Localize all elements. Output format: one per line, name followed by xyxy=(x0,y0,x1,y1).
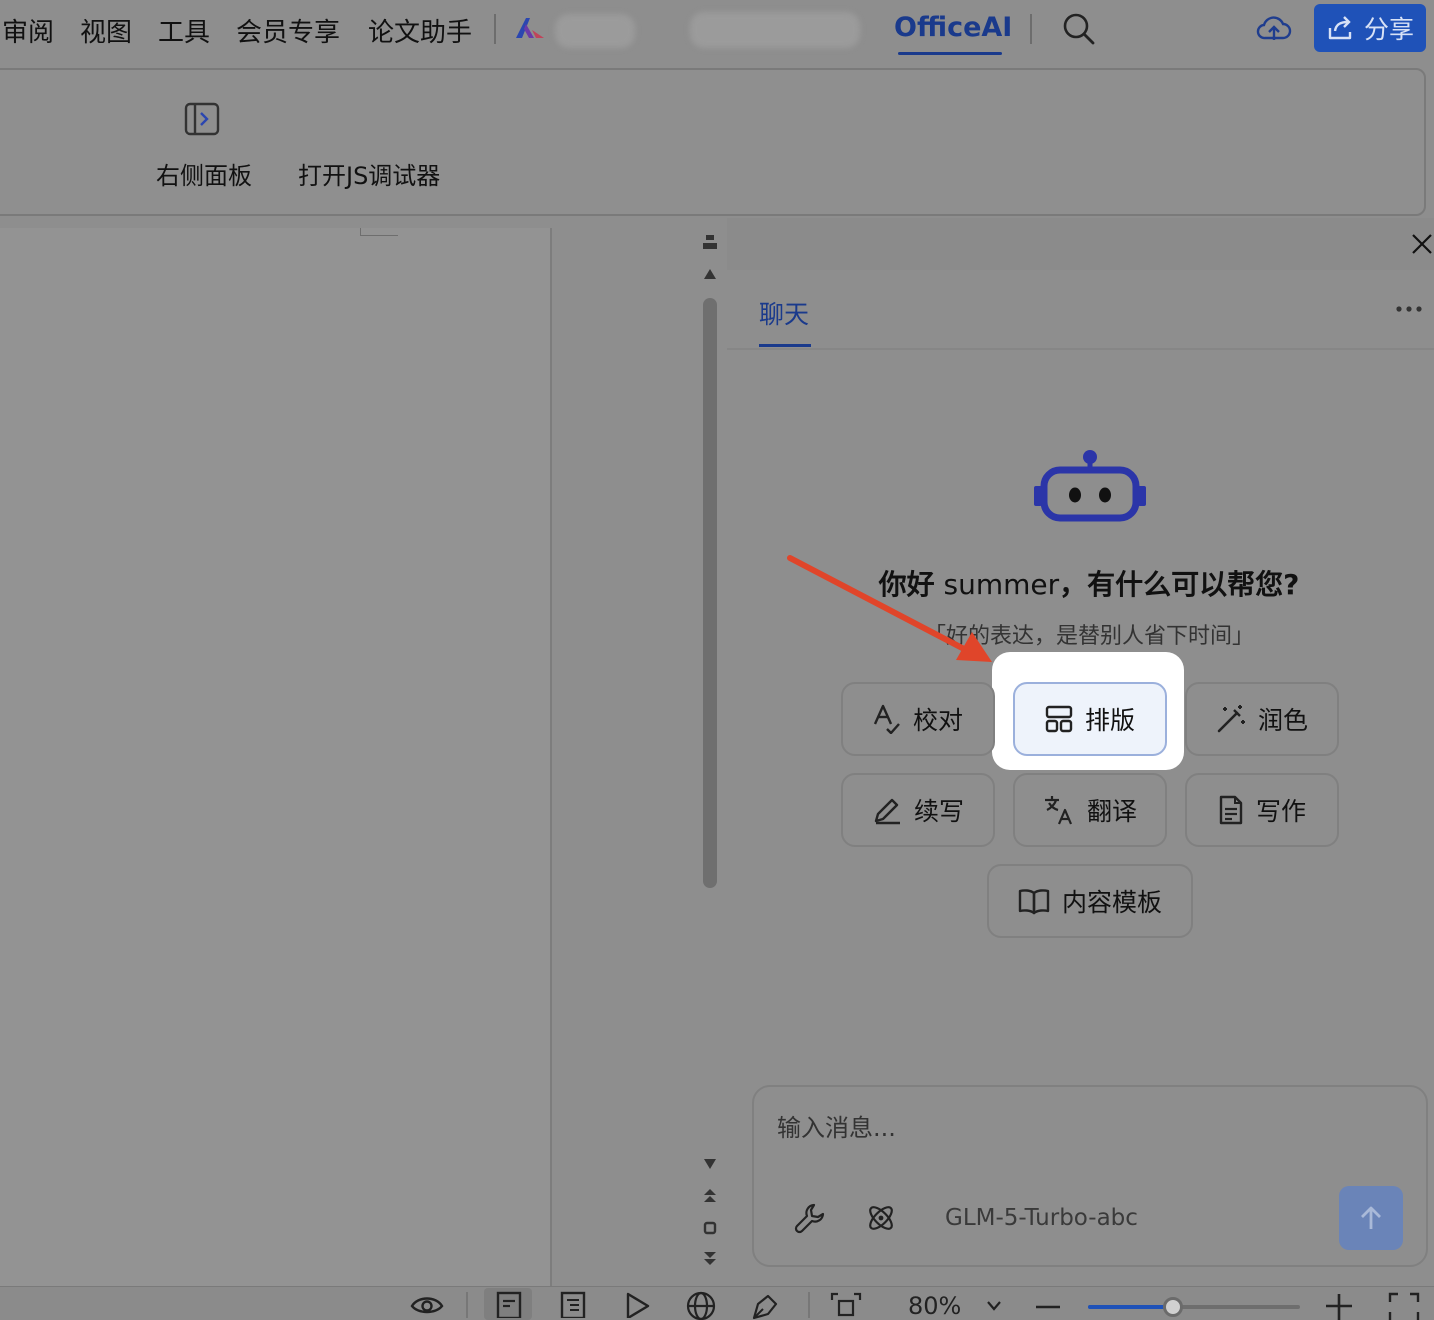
proofread-button[interactable]: 校对 xyxy=(841,682,995,756)
side-panel-icon[interactable] xyxy=(184,102,220,136)
chevron-down-icon[interactable] xyxy=(986,1300,1002,1312)
prev-page-icon[interactable] xyxy=(702,1188,718,1204)
tab-chat[interactable]: 聊天 xyxy=(759,295,809,331)
vertical-scrollbar[interactable] xyxy=(703,298,717,888)
next-page-icon[interactable] xyxy=(702,1251,718,1267)
layout-label: 排版 xyxy=(1084,706,1135,735)
zoom-out-icon[interactable] xyxy=(1034,1298,1062,1314)
document-page[interactable] xyxy=(0,228,552,1286)
menu-member[interactable]: 会员专享 xyxy=(236,12,340,49)
redacted-tab xyxy=(690,12,860,48)
zoom-in-icon[interactable] xyxy=(1324,1292,1354,1320)
write-label: 写作 xyxy=(1255,797,1306,826)
translate-button[interactable]: 翻译 xyxy=(1013,773,1167,847)
model-selector[interactable]: GLM-5-Turbo-abc xyxy=(945,1205,1138,1231)
book-icon xyxy=(1018,889,1050,915)
addin-logo-icon[interactable] xyxy=(514,16,548,40)
share-button[interactable]: 分享 xyxy=(1314,4,1426,52)
menu-view[interactable]: 视图 xyxy=(80,12,132,49)
document-icon xyxy=(1219,795,1243,825)
page-view-icon[interactable] xyxy=(496,1290,522,1318)
send-button[interactable] xyxy=(1339,1186,1403,1250)
robot-icon xyxy=(1034,450,1146,522)
split-icon[interactable] xyxy=(701,234,719,250)
outline-view-icon[interactable] xyxy=(560,1290,586,1318)
menu-separator xyxy=(494,14,496,44)
arrow-up-icon xyxy=(1361,1206,1381,1229)
continue-writing-button[interactable]: 续写 xyxy=(841,773,995,847)
polish-label: 润色 xyxy=(1257,706,1308,735)
zoom-level[interactable]: 80% xyxy=(908,1292,961,1320)
js-debugger-button[interactable]: 打开JS调试器 xyxy=(298,156,440,191)
annotation-arrow-icon xyxy=(787,555,992,662)
eye-icon[interactable] xyxy=(410,1290,444,1316)
message-input-placeholder: 输入消息... xyxy=(777,1114,896,1142)
scroll-down-icon[interactable] xyxy=(703,1158,717,1170)
web-layout-globe-icon[interactable] xyxy=(686,1290,716,1320)
magic-wand-icon xyxy=(1217,705,1245,733)
more-options-icon[interactable] xyxy=(1394,304,1424,314)
atom-icon[interactable] xyxy=(864,1201,898,1235)
proofread-label: 校对 xyxy=(912,706,963,735)
menu-separator xyxy=(1030,14,1032,44)
page-corner-mark xyxy=(360,228,398,236)
polish-button[interactable]: 润色 xyxy=(1185,682,1339,756)
tab-officeai[interactable]: OfficeAI xyxy=(894,12,1012,43)
ribbon-toolbar: 右侧面板 打开JS调试器 xyxy=(0,68,1426,216)
menu-tools[interactable]: 工具 xyxy=(158,12,210,49)
layout-button[interactable]: 排版 xyxy=(1013,682,1167,756)
pen-icon xyxy=(874,798,900,825)
cloud-upload-icon[interactable] xyxy=(1256,12,1292,44)
menu-paper-assistant[interactable]: 论文助手 xyxy=(368,12,472,49)
redacted-tab xyxy=(555,14,635,48)
write-button[interactable]: 写作 xyxy=(1185,773,1339,847)
continue-writing-label: 续写 xyxy=(913,797,964,826)
status-bar xyxy=(0,1286,1434,1320)
layout-icon xyxy=(1045,705,1073,733)
translate-label: 翻译 xyxy=(1086,797,1137,826)
search-icon[interactable] xyxy=(1062,12,1096,46)
greeting-suffix: ，有什么可以帮您? xyxy=(1059,568,1300,601)
fit-page-icon[interactable] xyxy=(830,1290,862,1320)
translate-icon xyxy=(1044,796,1072,825)
zoom-slider-fill xyxy=(1088,1305,1173,1309)
wrench-icon[interactable] xyxy=(794,1202,826,1234)
share-icon xyxy=(1328,16,1352,40)
zoom-slider-thumb[interactable] xyxy=(1163,1297,1183,1317)
content-templates-button[interactable]: 内容模板 xyxy=(987,864,1193,938)
share-label: 分享 xyxy=(1363,15,1414,44)
scroll-up-icon[interactable] xyxy=(703,268,717,280)
play-icon[interactable] xyxy=(624,1290,652,1318)
fullscreen-icon[interactable] xyxy=(1388,1292,1420,1320)
menu-review[interactable]: 审阅 xyxy=(2,12,54,49)
select-browse-object-icon[interactable] xyxy=(703,1221,717,1235)
panel-tab-bar xyxy=(727,270,1434,350)
status-separator xyxy=(808,1292,810,1318)
right-panel-button[interactable]: 右侧面板 xyxy=(156,156,252,191)
pen-nib-icon[interactable] xyxy=(750,1290,780,1320)
chat-tab-underline xyxy=(759,344,811,347)
content-templates-label: 内容模板 xyxy=(1061,888,1162,917)
proofread-icon xyxy=(873,704,900,734)
active-tab-underline xyxy=(898,52,1002,55)
panel-titlebar xyxy=(727,218,1434,270)
status-separator xyxy=(466,1292,468,1318)
close-icon[interactable] xyxy=(1410,232,1434,256)
